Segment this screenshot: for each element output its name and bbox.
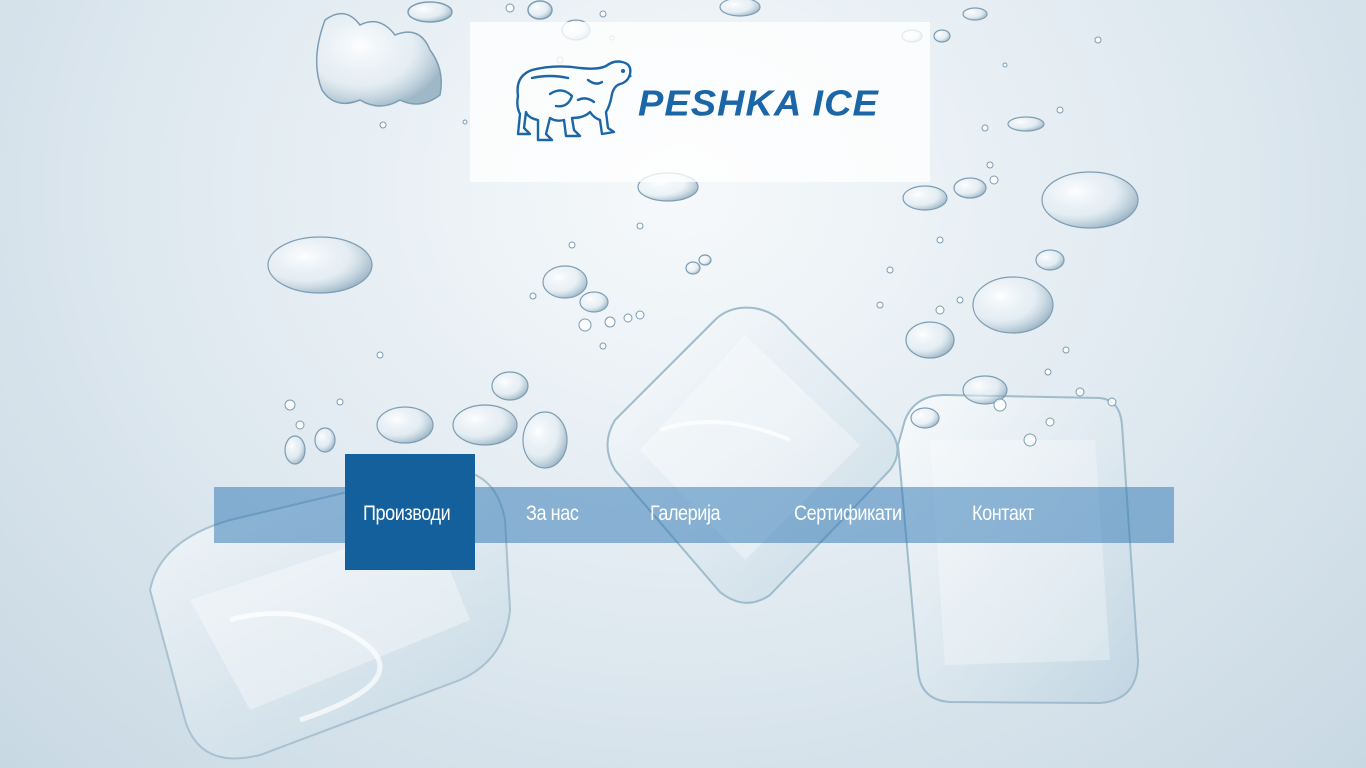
ice-cube-center [606, 306, 899, 604]
nav-item-gallery[interactable]: Галерија [650, 487, 721, 543]
logo-box[interactable]: PESHKA ICE [470, 22, 930, 182]
nav-item-contact[interactable]: Контакт [972, 487, 1034, 543]
brand-name: PESHKA ICE [638, 84, 879, 124]
nav-item-certificates[interactable]: Сертификати [794, 487, 902, 543]
nav-item-about[interactable]: За нас [526, 487, 579, 543]
polar-bear-icon [516, 60, 632, 142]
ice-cube-right [896, 393, 1140, 705]
nav-item-products[interactable]: Производи [345, 454, 475, 570]
nav-item-products-label: Производи [363, 502, 451, 525]
